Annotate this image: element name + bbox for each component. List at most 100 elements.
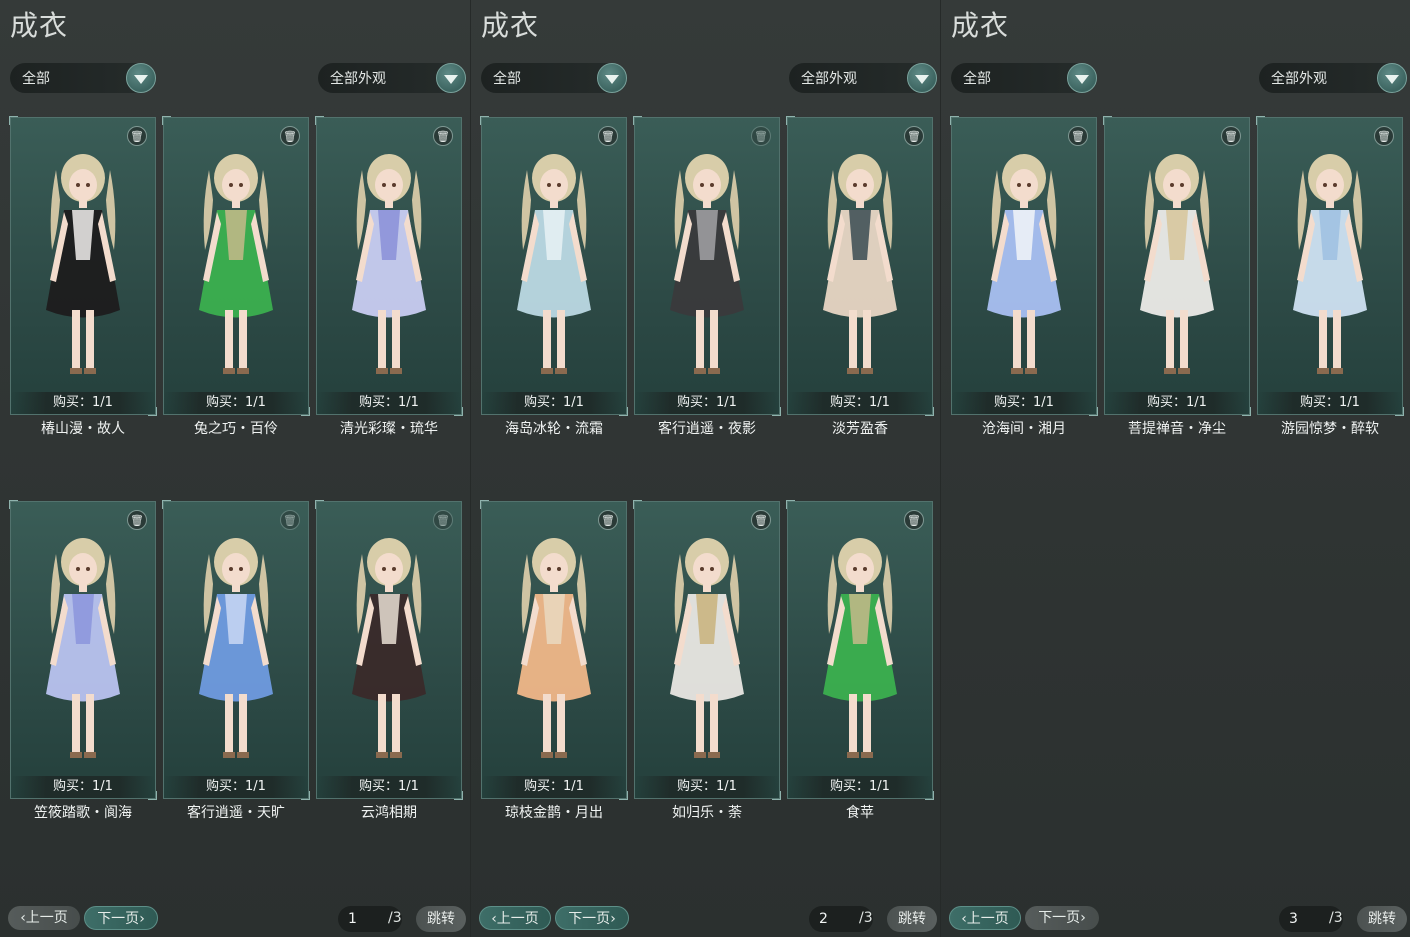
trash-icon[interactable]: 🗑	[904, 510, 924, 530]
wardrobe-panel-2: 成衣 全部 全部外观 🗑 购买：1/1 海岛冰轮・流霜 🗑 购买：1/1 客行逍…	[470, 0, 940, 937]
outfit-card[interactable]: 🗑 购买：1/1	[9, 500, 157, 800]
purchase-count: 购买：1/1	[1258, 392, 1402, 414]
outfit-name: 淡芳盈香	[832, 421, 888, 437]
trash-icon[interactable]: 🗑	[751, 126, 771, 146]
prev-page-label: 上一页	[966, 911, 1009, 927]
outfit-card[interactable]: 🗑 购买：1/1	[162, 500, 310, 800]
wardrobe-panel-1: 成衣 全部 全部外观 🗑 购买：1/1 椿山漫・故人 🗑 购买：1/1 兔之巧・…	[0, 0, 470, 937]
chevron-down-icon[interactable]	[597, 63, 627, 93]
prev-page-button[interactable]: ‹上一页	[479, 906, 551, 930]
outfit-name: 笠筱踏歌・阆海	[34, 805, 132, 821]
appearance-filter-dropdown[interactable]: 全部外观	[318, 63, 466, 93]
outfit-card[interactable]: 🗑 购买：1/1	[315, 500, 463, 800]
purchase-count: 购买：1/1	[164, 776, 308, 798]
trash-icon[interactable]: 🗑	[598, 510, 618, 530]
purchase-count: 购买：1/1	[952, 392, 1096, 414]
purchase-count: 购买：1/1	[317, 392, 461, 414]
prev-page-label: 上一页	[25, 910, 68, 926]
outfit-card[interactable]: 🗑 购买：1/1	[480, 116, 628, 416]
outfit-preview	[499, 524, 609, 774]
outfit-preview	[652, 140, 762, 390]
character-figure-icon	[46, 154, 120, 374]
prev-page-button[interactable]: ‹上一页	[949, 906, 1021, 930]
trash-icon[interactable]: 🗑	[1374, 126, 1394, 146]
trash-icon[interactable]: 🗑	[433, 510, 453, 530]
outfit-name: 客行逍遥・天旷	[187, 805, 285, 821]
outfit-card[interactable]: 🗑 购买：1/1	[633, 500, 781, 800]
outfit-card[interactable]: 🗑 购买：1/1	[162, 116, 310, 416]
jump-button[interactable]: 跳转	[416, 906, 466, 932]
outfit-card[interactable]: 🗑 购买：1/1	[1256, 116, 1404, 416]
next-page-button[interactable]: 下一页›	[84, 906, 158, 930]
purchase-count: 购买：1/1	[635, 392, 779, 414]
outfit-name: 游园惊梦・醉软	[1281, 421, 1379, 437]
outfit-name: 琼枝金鹊・月出	[505, 805, 603, 821]
trash-icon[interactable]: 🗑	[433, 126, 453, 146]
trash-icon[interactable]: 🗑	[127, 126, 147, 146]
trash-icon[interactable]: 🗑	[598, 126, 618, 146]
outfit-name: 海岛冰轮・流霜	[505, 421, 603, 437]
outfit-preview	[499, 140, 609, 390]
purchase-count: 购买：1/1	[164, 392, 308, 414]
outfit-card[interactable]: 🗑 购买：1/1	[633, 116, 781, 416]
outfit-name: 客行逍遥・夜影	[658, 421, 756, 437]
category-filter-label: 全部	[493, 71, 521, 87]
outfit-card[interactable]: 🗑 购买：1/1	[480, 500, 628, 800]
character-figure-icon	[823, 538, 897, 758]
character-figure-icon	[517, 538, 591, 758]
purchase-count: 购买：1/1	[788, 392, 932, 414]
trash-icon[interactable]: 🗑	[1068, 126, 1088, 146]
outfit-name: 菩提禅音・净尘	[1128, 421, 1226, 437]
appearance-filter-label: 全部外观	[1271, 71, 1327, 87]
next-page-button[interactable]: 下一页›	[1025, 906, 1099, 930]
outfit-name: 兔之巧・百伶	[194, 421, 278, 437]
trash-icon[interactable]: 🗑	[1221, 126, 1241, 146]
page-total: /3	[1329, 910, 1343, 926]
outfit-preview	[805, 140, 915, 390]
category-filter-label: 全部	[963, 71, 991, 87]
character-figure-icon	[670, 154, 744, 374]
chevron-down-icon[interactable]	[436, 63, 466, 93]
jump-button[interactable]: 跳转	[887, 906, 937, 932]
appearance-filter-dropdown[interactable]: 全部外观	[1259, 63, 1407, 93]
outfit-preview	[28, 140, 138, 390]
page-title: 成衣	[10, 9, 69, 42]
purchase-count: 购买：1/1	[1105, 392, 1249, 414]
outfit-preview	[805, 524, 915, 774]
purchase-count: 购买：1/1	[635, 776, 779, 798]
category-filter-dropdown[interactable]: 全部	[951, 63, 1097, 93]
appearance-filter-dropdown[interactable]: 全部外观	[789, 63, 937, 93]
outfit-preview	[1275, 140, 1385, 390]
outfit-card[interactable]: 🗑 购买：1/1	[315, 116, 463, 416]
chevron-down-icon[interactable]	[126, 63, 156, 93]
chevron-down-icon[interactable]	[1377, 63, 1407, 93]
trash-icon[interactable]: 🗑	[280, 126, 300, 146]
character-figure-icon	[352, 538, 426, 758]
purchase-count: 购买：1/1	[788, 776, 932, 798]
category-filter-dropdown[interactable]: 全部	[481, 63, 627, 93]
purchase-count: 购买：1/1	[482, 392, 626, 414]
outfit-preview	[181, 140, 291, 390]
prev-page-button[interactable]: ‹上一页	[8, 906, 80, 930]
trash-icon[interactable]: 🗑	[280, 510, 300, 530]
character-figure-icon	[1293, 154, 1367, 374]
chevron-down-icon[interactable]	[1067, 63, 1097, 93]
prev-page-label: 上一页	[496, 911, 539, 927]
category-filter-dropdown[interactable]: 全部	[10, 63, 156, 93]
trash-icon[interactable]: 🗑	[127, 510, 147, 530]
trash-icon[interactable]: 🗑	[751, 510, 771, 530]
outfit-card[interactable]: 🗑 购买：1/1	[9, 116, 157, 416]
outfit-card[interactable]: 🗑 购买：1/1	[786, 116, 934, 416]
outfit-card[interactable]: 🗑 购买：1/1	[950, 116, 1098, 416]
trash-icon[interactable]: 🗑	[904, 126, 924, 146]
appearance-filter-label: 全部外观	[801, 71, 857, 87]
jump-button[interactable]: 跳转	[1357, 906, 1407, 932]
next-page-button[interactable]: 下一页›	[555, 906, 629, 930]
character-figure-icon	[517, 154, 591, 374]
outfit-preview	[1122, 140, 1232, 390]
outfit-card[interactable]: 🗑 购买：1/1	[1103, 116, 1251, 416]
outfit-card[interactable]: 🗑 购买：1/1	[786, 500, 934, 800]
outfit-name: 沧海间・湘月	[982, 421, 1066, 437]
character-figure-icon	[352, 154, 426, 374]
chevron-down-icon[interactable]	[907, 63, 937, 93]
